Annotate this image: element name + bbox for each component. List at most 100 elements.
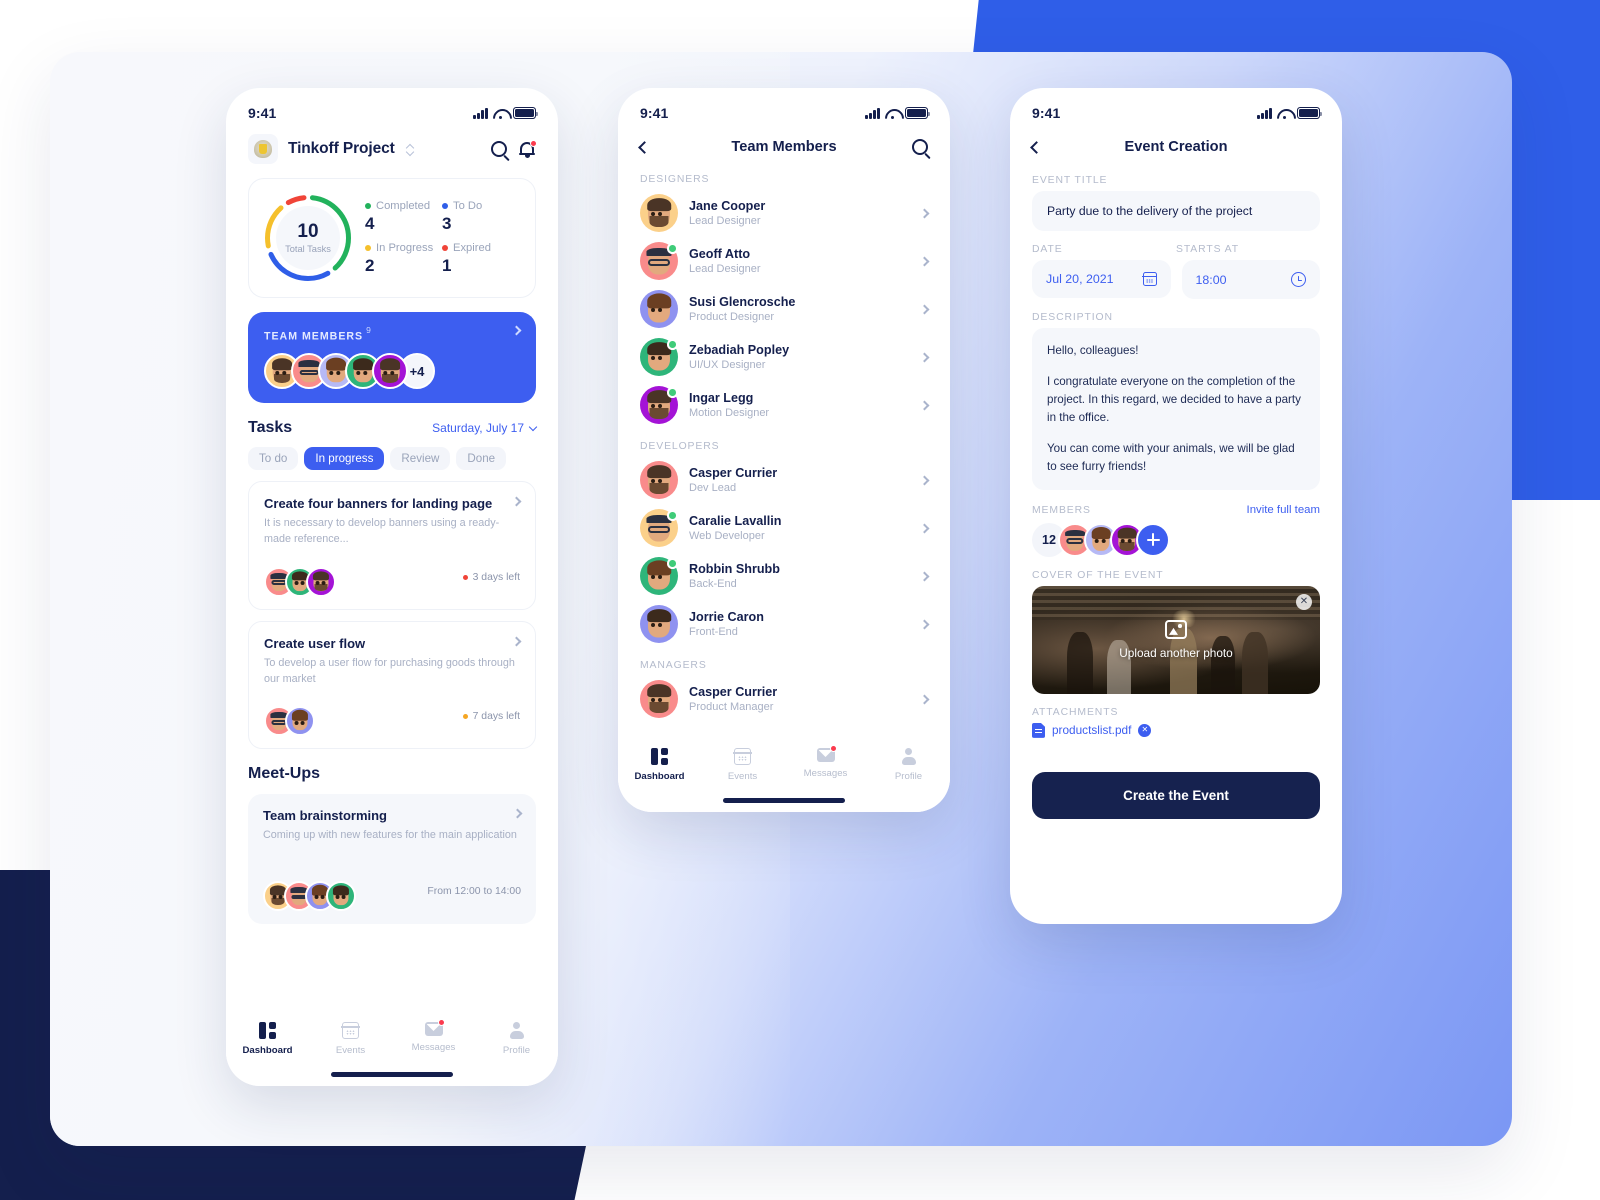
- task-tab-to-do[interactable]: To do: [248, 447, 299, 471]
- date-label: DATE: [1032, 244, 1063, 255]
- document-icon: [1032, 722, 1045, 738]
- image-icon: [1165, 619, 1187, 639]
- battery-icon: [905, 107, 931, 119]
- member-row[interactable]: Jane Cooper Lead Designer: [618, 189, 950, 237]
- description-paragraph: I congratulate everyone on the completio…: [1047, 374, 1301, 424]
- tab-dashboard[interactable]: Dashboard: [618, 748, 701, 782]
- tab-messages[interactable]: Messages: [392, 1019, 475, 1053]
- member-row[interactable]: Casper Currier Product Manager: [618, 675, 950, 723]
- tab-profile[interactable]: Profile: [475, 1022, 558, 1056]
- chevron-right-icon[interactable]: [919, 571, 930, 581]
- date-picker[interactable]: Jul 20, 2021: [1032, 260, 1171, 298]
- grid-icon: [651, 748, 668, 765]
- tab-label: Events: [727, 771, 758, 782]
- team-member-list: DESIGNERS Jane Cooper Lead Designer Geoff A…: [618, 162, 950, 723]
- member-group-label: DEVELOPERS: [640, 441, 720, 452]
- close-icon[interactable]: ✕: [1296, 593, 1312, 610]
- event-title-input[interactable]: Party due to the delivery of the project: [1032, 191, 1320, 231]
- avatar: [326, 881, 356, 911]
- member-name: Zebadiah Popley: [689, 343, 790, 357]
- member-row[interactable]: Geoff Atto Lead Designer: [618, 237, 950, 285]
- invite-full-team-link[interactable]: Invite full team: [1247, 504, 1320, 516]
- chevron-right-icon[interactable]: [919, 523, 930, 533]
- back-icon[interactable]: [638, 140, 651, 154]
- task-assignees: [264, 566, 336, 597]
- attachment-name: productslist.pdf: [1052, 723, 1132, 738]
- tab-messages[interactable]: Messages: [784, 745, 867, 779]
- tab-events[interactable]: Events: [701, 748, 784, 782]
- event-cover-image[interactable]: Upload another photo ✕: [1032, 585, 1320, 694]
- avatar: [372, 353, 408, 390]
- member-info: Jorrie Caron Front-End: [689, 610, 764, 638]
- task-card[interactable]: Create user flow To develop a user flow f…: [248, 620, 536, 750]
- tab-events[interactable]: Events: [309, 1022, 392, 1056]
- member-row[interactable]: Casper Currier Dev Lead: [618, 456, 950, 504]
- chevron-right-icon[interactable]: [919, 475, 930, 485]
- mail-icon: [816, 745, 837, 762]
- chevron-right-icon[interactable]: [919, 256, 930, 266]
- avatar: [640, 461, 678, 499]
- task-tab-done[interactable]: Done: [456, 447, 507, 471]
- avatar: [285, 706, 315, 737]
- meetup-description: Coming up with new features for the main…: [263, 829, 517, 842]
- calendar-icon: [341, 1022, 360, 1039]
- search-icon[interactable]: [491, 141, 507, 157]
- chevron-right-icon[interactable]: [919, 208, 930, 218]
- time-value: 18:00: [1195, 272, 1227, 287]
- tab-label: Messages: [803, 768, 848, 779]
- calendar-icon: [733, 748, 752, 765]
- meetup-card-list: Team brainstorming Coming up with new fea…: [226, 794, 558, 924]
- legend-color-dot: [442, 245, 448, 251]
- navigation-header: Event Creation: [1010, 128, 1342, 162]
- member-row[interactable]: Caralie Lavallin Web Developer: [618, 504, 950, 552]
- create-event-button[interactable]: Create the Event: [1032, 771, 1320, 819]
- tab-label: Profile: [894, 771, 923, 782]
- tab-profile[interactable]: Profile: [867, 748, 950, 782]
- remove-attachment-icon[interactable]: ✕: [1138, 723, 1152, 737]
- task-tab-review[interactable]: Review: [390, 447, 451, 471]
- wifi-icon: [1277, 108, 1292, 119]
- chevron-down-icon: [528, 422, 538, 432]
- team-members-card[interactable]: TEAM MEMBERS9 +4: [248, 312, 536, 404]
- member-name: Ingar Legg: [689, 391, 754, 405]
- total-tasks-label: Total Tasks: [285, 244, 331, 254]
- chevron-right-icon[interactable]: [919, 352, 930, 362]
- member-row[interactable]: Ingar Legg Motion Designer: [618, 381, 950, 429]
- search-icon[interactable]: [912, 139, 928, 155]
- clock-icon: [1291, 272, 1306, 287]
- description-paragraph: You can come with your animals, we will …: [1047, 441, 1295, 473]
- task-tab-in-progress[interactable]: In progress: [304, 447, 385, 471]
- member-row[interactable]: Robbin Shrubb Back-End: [618, 552, 950, 600]
- chevron-right-icon[interactable]: [511, 325, 522, 336]
- meetup-card[interactable]: Team brainstorming Coming up with new fea…: [248, 794, 536, 924]
- battery-icon: [513, 107, 539, 119]
- member-row[interactable]: Zebadiah Popley UI/UX Designer: [618, 333, 950, 381]
- add-member-button[interactable]: [1136, 522, 1170, 557]
- tasks-date-filter[interactable]: Saturday, July 17: [432, 421, 538, 435]
- attachment-item[interactable]: productslist.pdf ✕: [1010, 722, 1342, 738]
- task-due: 7 days left: [462, 711, 520, 722]
- member-info: Geoff Atto Lead Designer: [689, 247, 761, 275]
- avatar: [640, 242, 678, 280]
- navigation-header: Team Members: [618, 128, 950, 162]
- member-row[interactable]: Susi Glencrosche Product Designer: [618, 285, 950, 333]
- project-switch-icon[interactable]: [407, 144, 414, 154]
- chevron-right-icon[interactable]: [919, 304, 930, 314]
- back-icon[interactable]: [1030, 140, 1043, 154]
- chevron-right-icon[interactable]: [919, 619, 930, 629]
- time-picker[interactable]: 18:00: [1181, 260, 1320, 299]
- member-row[interactable]: Jorrie Caron Front-End: [618, 600, 950, 648]
- tab-dashboard[interactable]: Dashboard: [226, 1022, 309, 1056]
- chevron-right-icon[interactable]: [919, 694, 930, 704]
- legend-label: Completed: [365, 200, 442, 212]
- member-info: Casper Currier Product Manager: [689, 685, 777, 713]
- description-textarea[interactable]: Hello, colleagues! I congratulate everyon…: [1032, 328, 1320, 490]
- unread-badge: [829, 745, 837, 752]
- chevron-right-icon[interactable]: [919, 400, 930, 410]
- team-card-title: TEAM MEMBERS: [264, 330, 364, 343]
- notification-bell-icon[interactable]: [519, 140, 537, 158]
- meetup-footer: From 12:00 to 14:00: [263, 872, 521, 911]
- member-role: Lead Designer: [689, 215, 761, 227]
- task-card[interactable]: Create four banners for landing page It i…: [248, 481, 536, 610]
- cover-label: COVER OF THE EVENT: [1032, 569, 1164, 581]
